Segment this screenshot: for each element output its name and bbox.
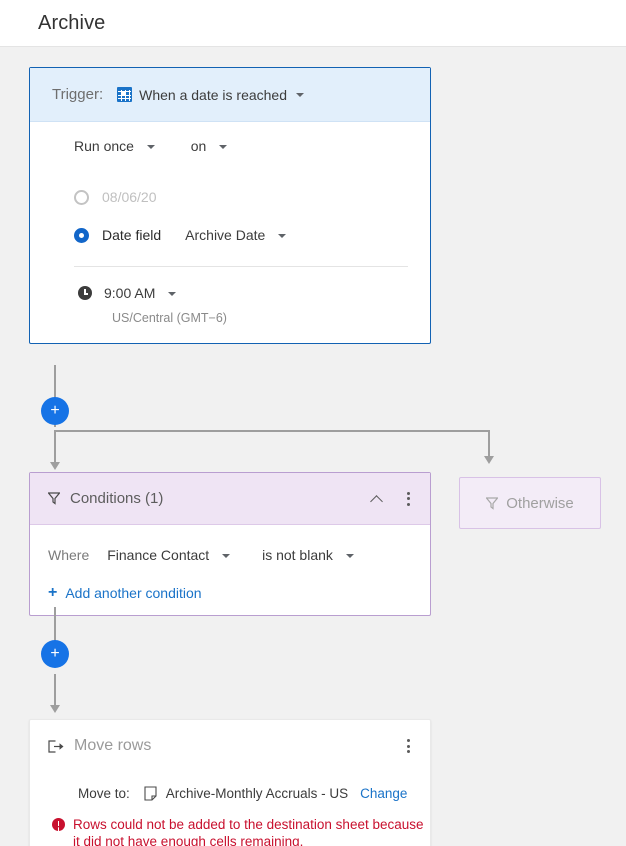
conditions-title: Conditions (1) xyxy=(70,490,164,507)
action-title: Move rows xyxy=(74,737,152,754)
conditions-card: Conditions (1) Where Finance Contact is … xyxy=(29,472,431,616)
chevron-down-icon xyxy=(219,145,228,150)
specific-date-option[interactable]: 08/06/20 xyxy=(30,178,430,216)
date-field-label: Date field xyxy=(102,227,162,243)
chevron-down-icon xyxy=(296,92,304,97)
sheet-icon xyxy=(144,785,157,801)
add-step-button-2[interactable]: + xyxy=(41,640,69,668)
page-title: Archive xyxy=(38,11,106,34)
preposition-value: on xyxy=(190,138,207,154)
where-label: Where xyxy=(48,547,90,563)
trigger-divider xyxy=(74,266,408,267)
conditions-header: Conditions (1) xyxy=(30,473,430,525)
trigger-body: Run once on 08/06/20 Date field Archive … xyxy=(30,122,430,343)
frequency-value: Run once xyxy=(74,138,134,154)
trigger-type-value: When a date is reached xyxy=(139,86,287,103)
page-header: Archive xyxy=(0,0,626,47)
preposition-dropdown[interactable]: on xyxy=(190,138,228,154)
error-message-row: Rows could not be added to the destinati… xyxy=(30,816,430,846)
chevron-up-icon[interactable] xyxy=(370,492,384,506)
move-to-label: Move to: xyxy=(78,785,130,801)
conditions-body: Where Finance Contact is not blank + Add… xyxy=(30,525,430,615)
condition-field-dropdown[interactable]: Finance Contact xyxy=(107,547,231,563)
funnel-icon xyxy=(48,492,60,505)
date-field-option[interactable]: Date field Archive Date xyxy=(30,216,430,254)
move-to-row: Move to: Archive-Monthly Accruals - US C… xyxy=(30,778,430,808)
kebab-menu-icon[interactable] xyxy=(400,738,416,754)
radio-specific-date[interactable] xyxy=(74,189,89,205)
destination-name: Archive-Monthly Accruals - US xyxy=(165,785,349,801)
add-step-button-1[interactable]: + xyxy=(41,397,69,425)
error-message: Rows could not be added to the destinati… xyxy=(73,817,424,846)
plus-icon: + xyxy=(48,584,58,601)
condition-operator-value: is not blank xyxy=(262,547,333,563)
chevron-down-icon xyxy=(345,554,354,559)
condition-field-value: Finance Contact xyxy=(107,547,210,563)
trigger-header: Trigger: When a date is reached xyxy=(30,68,430,122)
change-destination-link[interactable]: Change xyxy=(360,786,407,801)
specific-date-value: 08/06/20 xyxy=(102,189,157,205)
workflow-canvas: Trigger: When a date is reached Run once xyxy=(0,47,626,846)
frequency-dropdown[interactable]: Run once xyxy=(74,138,159,154)
chevron-down-icon xyxy=(146,145,155,150)
radio-date-field[interactable] xyxy=(74,227,89,243)
chevron-down-icon xyxy=(222,554,231,559)
funnel-icon xyxy=(486,496,499,510)
time-dropdown[interactable]: 9:00 AM xyxy=(104,285,177,301)
date-field-value: Archive Date xyxy=(185,227,266,243)
clock-icon xyxy=(78,286,92,300)
timezone-label: US/Central (GMT−6) xyxy=(112,311,227,325)
condition-operator-dropdown[interactable]: is not blank xyxy=(262,547,354,563)
error-icon xyxy=(52,818,65,831)
trigger-label: Trigger: xyxy=(52,86,104,103)
time-row: 9:00 AM xyxy=(30,273,430,313)
date-field-dropdown[interactable]: Archive Date xyxy=(185,227,287,243)
grid-calendar-icon xyxy=(117,87,133,102)
otherwise-label: Otherwise xyxy=(506,494,574,512)
chevron-down-icon xyxy=(168,292,177,297)
time-value: 9:00 AM xyxy=(104,285,156,301)
chevron-down-icon xyxy=(278,234,287,239)
trigger-card: Trigger: When a date is reached Run once xyxy=(29,67,431,344)
action-header: Move rows xyxy=(30,720,430,772)
add-another-condition-label: Add another condition xyxy=(65,585,202,601)
action-card-move-rows: Move rows Move to: Archive-Monthly Accru… xyxy=(29,719,431,846)
condition-row: Where Finance Contact is not blank xyxy=(30,539,430,571)
move-out-icon xyxy=(48,739,65,753)
otherwise-box[interactable]: Otherwise xyxy=(459,477,601,529)
trigger-type-dropdown[interactable]: When a date is reached xyxy=(117,87,304,103)
plus-icon: + xyxy=(50,645,60,662)
kebab-menu-icon[interactable] xyxy=(400,491,416,507)
frequency-row: Run once on xyxy=(30,138,430,178)
plus-icon: + xyxy=(50,402,60,419)
add-another-condition-button[interactable]: + Add another condition xyxy=(30,584,430,602)
